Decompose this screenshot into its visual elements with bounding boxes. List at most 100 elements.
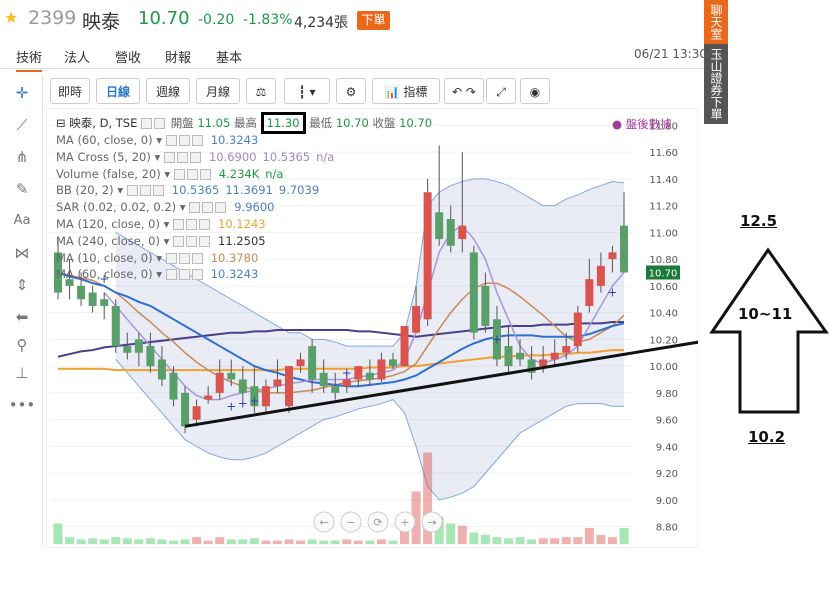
volume-bar xyxy=(249,538,259,544)
y-tick-label: 9.20 xyxy=(656,469,678,480)
close-icon[interactable] xyxy=(191,269,203,281)
tab-technical[interactable]: 技術 xyxy=(16,47,43,72)
gear-icon[interactable] xyxy=(178,135,190,146)
trendline-icon[interactable]: ⟋ xyxy=(6,112,38,138)
eye-icon[interactable] xyxy=(165,252,177,264)
order-button[interactable]: 下單 xyxy=(357,11,390,30)
more-icon[interactable]: ••• xyxy=(6,392,38,418)
y-tick-label: 9.80 xyxy=(656,389,678,400)
close-icon[interactable] xyxy=(189,151,201,163)
undo-redo-buttons[interactable]: ↶ ↷ xyxy=(444,78,484,104)
brush-icon[interactable]: ✎ xyxy=(6,176,38,202)
eye-icon[interactable] xyxy=(126,185,138,197)
indicator-legend-row[interactable]: MA (240, close, 0) ▾ 11.2505 xyxy=(56,234,266,249)
volume-bar xyxy=(203,540,213,544)
last-price-label: 10.70 xyxy=(649,269,678,280)
gear-icon[interactable] xyxy=(176,151,188,163)
fork-icon[interactable]: ⋔ xyxy=(6,144,38,170)
camera-icon[interactable]: ◉ xyxy=(520,78,550,104)
indicator-name: MA Cross (5, 20) ▾ xyxy=(56,149,164,164)
y-tick-label: 10.20 xyxy=(649,335,678,346)
interval-weekly-button[interactable]: 週線 xyxy=(146,78,190,104)
indicator-name: MA (120, close, 0) ▾ xyxy=(56,217,174,231)
candle-body xyxy=(458,225,467,240)
interval-monthly-button[interactable]: 月線 xyxy=(196,78,240,104)
eye-icon[interactable] xyxy=(163,151,175,163)
zoom-control-icon: + xyxy=(400,516,409,529)
gear-icon[interactable] xyxy=(139,185,151,197)
indicator-name: MA (240, close, 0) ▾ xyxy=(56,233,174,248)
close-icon[interactable] xyxy=(152,185,164,197)
y-tick-label: 11.00 xyxy=(649,228,678,239)
tab-financials[interactable]: 財報 xyxy=(165,47,191,66)
compare-icon[interactable]: ⚖ xyxy=(246,78,276,104)
indicator-legend-row[interactable]: SAR (0.02, 0.02, 0.2) ▾ 9.9600 xyxy=(56,200,274,215)
tab-basic[interactable]: 基本 xyxy=(216,47,242,66)
close-icon[interactable] xyxy=(191,252,203,264)
gear-icon[interactable] xyxy=(178,252,190,264)
sar-marker: + xyxy=(238,397,248,411)
y-tick-label: 9.60 xyxy=(656,416,678,427)
close-icon[interactable] xyxy=(199,235,211,247)
gear-icon[interactable] xyxy=(202,202,214,214)
chart-type-dropdown[interactable]: ┇ ▾ xyxy=(284,78,330,104)
candle-body xyxy=(123,346,132,353)
y-tick-label: 11.20 xyxy=(649,202,678,213)
info-tabs: 技術 法人 營收 財報 基本 xyxy=(0,42,705,72)
arrow-left-icon[interactable]: ⬅ xyxy=(6,304,38,330)
candle-body xyxy=(481,285,490,326)
base-price-note: 10.2 xyxy=(748,428,786,446)
indicator-legend-row[interactable]: MA (120, close, 0) ▾ 10.1243 xyxy=(56,217,266,232)
tab-revenue[interactable]: 營收 xyxy=(115,47,141,66)
gear-icon[interactable] xyxy=(178,269,190,281)
interval-daily-button[interactable]: 日線 xyxy=(96,78,140,104)
indicator-legend-row[interactable]: MA Cross (5, 20) ▾ 10.6900 10.5365 n/a xyxy=(56,150,334,165)
last-price: 10.70 xyxy=(138,8,190,29)
indicators-button[interactable]: 📊 指標 xyxy=(372,78,440,104)
indicator-name: Volume (false, 20) ▾ xyxy=(56,166,174,181)
indicator-name: MA (60, close, 0) ▾ xyxy=(56,267,166,282)
indicator-legend-row[interactable]: BB (20, 2) ▾ 10.5365 11.3691 9.7039 xyxy=(56,183,319,198)
star-icon[interactable]: ★ xyxy=(4,8,18,27)
close-icon[interactable] xyxy=(199,168,211,180)
volume-bar xyxy=(550,538,560,544)
eye-icon[interactable] xyxy=(189,202,201,214)
indicator-legend-row[interactable]: MA (60, close, 0) ▾ 10.3243 xyxy=(56,267,258,282)
settings-icon[interactable]: ⚙ xyxy=(336,78,366,104)
fullscreen-icon[interactable]: ⤢ xyxy=(486,78,516,104)
chat-room-button[interactable]: 聊天室 xyxy=(704,0,728,44)
indicator-legend-row[interactable]: MA (10, close, 0) ▾ 10.3780 xyxy=(56,251,258,266)
broker-order-link[interactable]: 玉山證券下單 xyxy=(704,46,728,122)
eye-icon[interactable] xyxy=(173,168,185,180)
close-icon[interactable] xyxy=(191,135,203,146)
volume-bar xyxy=(284,539,294,544)
eye-icon[interactable] xyxy=(165,269,177,281)
after-hours-label[interactable]: ● 盤後數據 xyxy=(612,117,672,132)
gear-icon[interactable] xyxy=(186,219,198,230)
volume-bar xyxy=(538,538,548,544)
crosshair-icon[interactable]: ✛ xyxy=(6,80,38,106)
text-tool-icon[interactable]: Aa xyxy=(6,208,38,234)
pattern-icon[interactable]: ⋈ xyxy=(6,240,38,266)
eye-icon[interactable] xyxy=(173,235,185,247)
indicator-legend-row[interactable]: MA (60, close, 0) ▾ 10.3243 xyxy=(56,133,258,148)
ruler-icon[interactable]: ⊥ xyxy=(6,360,38,386)
y-tick-label: 10.60 xyxy=(649,282,678,293)
interval-realtime-button[interactable]: 即時 xyxy=(50,78,90,104)
close-icon[interactable] xyxy=(199,219,211,230)
measure-icon[interactable]: ⇕ xyxy=(6,272,38,298)
indicator-legend-row[interactable]: Volume (false, 20) ▾ 4.234K n/a xyxy=(56,167,283,182)
gear-icon[interactable] xyxy=(186,168,198,180)
eye-icon[interactable] xyxy=(141,118,153,129)
collapse-icon[interactable]: ⊟ xyxy=(56,116,66,130)
eye-icon[interactable] xyxy=(165,135,177,146)
gear-icon[interactable] xyxy=(186,235,198,247)
gear-icon[interactable] xyxy=(154,118,166,129)
zoom-icon[interactable]: ⚲ xyxy=(6,332,38,358)
eye-icon[interactable] xyxy=(173,219,185,230)
close-icon[interactable] xyxy=(215,202,227,214)
timestamp: 06/21 13:30 xyxy=(634,47,707,61)
volume-bar xyxy=(480,534,490,544)
volume-bar xyxy=(503,538,513,544)
tab-institutional[interactable]: 法人 xyxy=(64,47,90,66)
